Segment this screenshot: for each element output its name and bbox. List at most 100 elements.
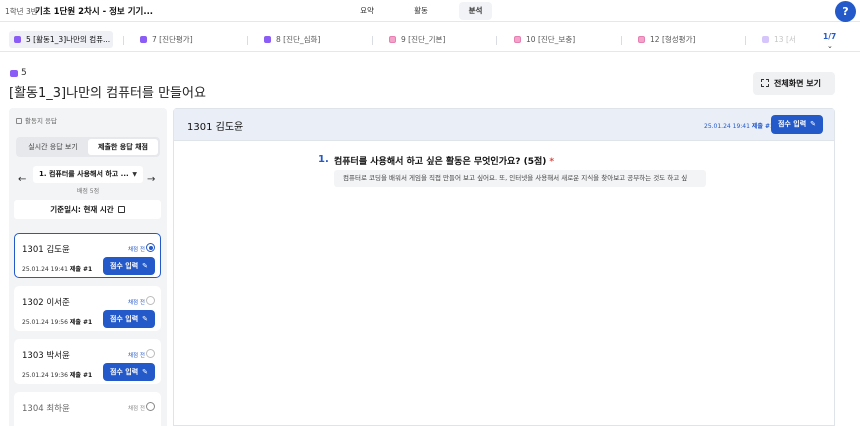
page-title: [활동1_3]나만의 컴퓨터를 만들어요 [9, 86, 206, 101]
question-text: 컴퓨터를 사용해서 하고 싶은 활동은 무엇인가요? (5점) * [334, 157, 555, 167]
top-bar: 1학년 3반 기초 1단원 2차시 - 정보 기기... 요약 활동 분석 ? [0, 0, 860, 22]
activity-tab-8[interactable]: 8 [진단_심화] [264, 31, 320, 48]
activity-type-icon [762, 36, 769, 43]
activity-num: 13 [774, 35, 784, 44]
divider [621, 36, 622, 45]
activity-strip: 5 [활동1_3]나만의 컴퓨... 7 [진단평가] 8 [진단_심화] 9 … [0, 28, 860, 52]
tab-analysis[interactable]: 분석 [459, 2, 492, 20]
activity-tab-12[interactable]: 12 [형성평가] [638, 31, 695, 48]
score-input-button[interactable]: 점수 입력 ✎ [771, 115, 823, 134]
divider [745, 36, 746, 45]
activity-tab-5[interactable]: 5 [활동1_3]나만의 컴퓨... [9, 31, 113, 48]
submission-time: 25.01.24 19:41 제출 #1 [22, 266, 93, 273]
submission-time: 25.01.24 19:36 제출 #1 [22, 372, 93, 379]
calendar-icon [117, 206, 125, 213]
activity-label: [진단_기본] [408, 35, 446, 44]
score-input-button[interactable]: 점수 입력 ✎ [103, 363, 155, 381]
activity-pager: 1/7 [823, 32, 837, 41]
panel-label-text: 활동지 응답 [25, 117, 57, 125]
chevron-down-icon[interactable]: ⌄ [827, 42, 833, 50]
divider [247, 36, 248, 45]
base-time-button[interactable]: 기준일시: 현재 시간 [14, 200, 161, 219]
detail-header: 1301 김도윤 25.01.24 19:41 제출 #1 점수 입력 ✎ [174, 109, 834, 141]
question-select[interactable]: 1. 컴퓨터를 사용해서 하고 ... ▼ [33, 166, 143, 183]
activity-type-icon [389, 36, 396, 43]
required-mark: * [549, 157, 555, 167]
student-card[interactable]: 1304 최하윤 채점 전 [14, 392, 161, 426]
divider [123, 36, 124, 45]
activity-label: [형성평가] [661, 35, 696, 44]
activity-num: 9 [401, 35, 406, 44]
pencil-icon: ✎ [142, 262, 149, 270]
activity-tab-7[interactable]: 7 [진단평가] [140, 31, 193, 48]
select-radio[interactable] [146, 349, 155, 358]
question-number: 1. [318, 154, 329, 165]
student-answer: 컴퓨터로 코딩을 배워서 게임을 직접 만들어 보고 싶어요. 또, 인터넷을 … [334, 170, 706, 187]
base-time-label: 기준일시: 현재 시간 [50, 205, 114, 214]
activity-label: [활동1_3]나만의 컴퓨... [33, 35, 111, 44]
activity-type-icon [14, 36, 21, 43]
student-name: 1303 박서윤 [22, 351, 70, 361]
student-name: 1304 최하윤 [22, 404, 70, 414]
activity-label: [진단평가] [159, 35, 193, 44]
grading-status: 채점 전 [128, 247, 145, 253]
help-button[interactable]: ? [835, 1, 856, 22]
activity-type-icon [140, 36, 147, 43]
response-detail-panel: 1301 김도윤 25.01.24 19:41 제출 #1 점수 입력 ✎ 1. … [173, 108, 835, 426]
grading-status: 채점 전 [128, 300, 145, 306]
activity-num: 7 [152, 35, 157, 44]
select-radio[interactable] [146, 243, 155, 252]
class-label: 1학년 3반 [5, 7, 38, 16]
question-score: 배점 5점 [76, 188, 100, 195]
grading-status: 채점 전 [128, 406, 145, 412]
selected-student: 1301 김도윤 [187, 122, 244, 133]
tab-activity[interactable]: 활동 [402, 2, 440, 20]
fullscreen-button[interactable]: 전체화면 보기 [753, 72, 835, 95]
segment-live-responses[interactable]: 실시간 응답 보기 [18, 139, 88, 155]
worksheet-icon [16, 118, 22, 124]
tab-summary[interactable]: 요약 [348, 2, 386, 20]
activity-tab-13[interactable]: 13 [서 [762, 31, 810, 48]
arrow-right-icon[interactable]: → [147, 174, 155, 185]
arrow-left-icon[interactable]: ← [18, 174, 26, 185]
fullscreen-label: 전체화면 보기 [774, 79, 821, 88]
activity-num: 10 [526, 35, 536, 44]
activity-type-icon [10, 70, 18, 77]
grading-status: 채점 전 [128, 353, 145, 359]
activity-type-icon [264, 36, 271, 43]
activity-label: [진단_심화] [283, 35, 321, 44]
activity-num: 5 [26, 35, 31, 44]
score-input-button[interactable]: 점수 입력 ✎ [103, 257, 155, 275]
student-card[interactable]: 1302 이서준 채점 전 25.01.24 19:56 제출 #1 점수 입력… [14, 286, 161, 331]
divider [496, 36, 497, 45]
activity-num: 8 [276, 35, 281, 44]
student-name: 1301 김도윤 [22, 245, 70, 255]
activity-tab-9[interactable]: 9 [진단_기본] [389, 31, 445, 48]
divider [372, 36, 373, 45]
submission-time: 25.01.24 19:41 제출 #1 [704, 123, 775, 130]
response-panel: 활동지 응답 실시간 응답 보기 제출한 응답 채점 ← 1. 컴퓨터를 사용해… [9, 108, 167, 426]
question-select-value: 1. 컴퓨터를 사용해서 하고 ... [39, 170, 129, 178]
pencil-icon: ✎ [142, 315, 149, 323]
pencil-icon: ✎ [810, 120, 817, 128]
segment-submitted-grading[interactable]: 제출한 응답 채점 [88, 139, 158, 155]
activity-type-icon [638, 36, 645, 43]
activity-tab-10[interactable]: 10 [진단_보충] [514, 31, 575, 48]
panel-label: 활동지 응답 [16, 115, 57, 125]
activity-number: 5 [21, 68, 27, 78]
activity-label: [진단_보충] [537, 35, 576, 44]
fullscreen-icon [761, 79, 769, 87]
activity-type-icon [514, 36, 521, 43]
lesson-title[interactable]: 기초 1단원 2차시 - 정보 기기... [35, 5, 153, 17]
score-input-button[interactable]: 점수 입력 ✎ [103, 310, 155, 328]
select-radio[interactable] [146, 296, 155, 305]
caret-down-icon: ▼ [132, 171, 137, 178]
activity-label: [서 [785, 35, 796, 44]
student-card[interactable]: 1303 박서윤 채점 전 25.01.24 19:36 제출 #1 점수 입력… [14, 339, 161, 384]
submission-time: 25.01.24 19:56 제출 #1 [22, 319, 93, 326]
view-mode-toggle: 실시간 응답 보기 제출한 응답 채점 [16, 137, 160, 157]
activity-num: 12 [650, 35, 660, 44]
student-card[interactable]: 1301 김도윤 채점 전 25.01.24 19:41 제출 #1 점수 입력… [14, 233, 161, 278]
pencil-icon: ✎ [142, 368, 149, 376]
select-radio[interactable] [146, 402, 155, 411]
